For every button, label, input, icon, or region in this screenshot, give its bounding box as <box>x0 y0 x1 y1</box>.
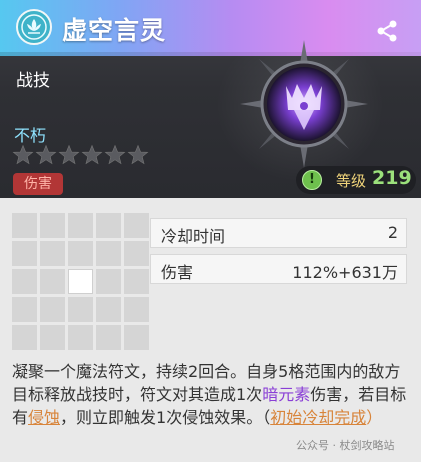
lotus-icon <box>16 9 52 45</box>
star-rating <box>12 144 149 166</box>
skill-category: 战技 <box>16 71 50 91</box>
range-cell <box>40 297 65 322</box>
void-crown-emblem <box>240 40 368 168</box>
star-icon <box>58 144 80 165</box>
stat-key: 冷却时间 <box>161 227 226 246</box>
range-cell <box>96 297 121 322</box>
range-cell <box>40 269 65 294</box>
range-cell <box>40 213 65 238</box>
desc-text: ，则立即触发1次侵蚀效果。（ <box>60 408 271 427</box>
keyword-dark-element[interactable]: 暗元素 <box>262 385 310 404</box>
range-cell-center <box>68 269 93 294</box>
range-cell <box>12 297 37 322</box>
range-cell <box>96 269 121 294</box>
skill-type-label: 不朽 <box>14 126 47 145</box>
star-icon <box>81 144 103 165</box>
level-label: 等级 <box>336 172 367 190</box>
range-cell <box>40 241 65 266</box>
range-cell <box>96 241 121 266</box>
share-icon[interactable] <box>374 18 400 44</box>
damage-tag: 伤害 <box>13 173 63 195</box>
exclamation-icon: ! <box>302 170 322 190</box>
stat-value: 112%+631万 <box>292 263 398 282</box>
range-cell <box>12 269 37 294</box>
stat-row-damage: 伤害 112%+631万 <box>150 254 407 284</box>
range-grid <box>12 213 149 350</box>
watermark: 公众号 · 杖剑攻略站 <box>296 439 395 452</box>
range-cell <box>12 325 37 350</box>
skill-card: 虚空言灵 战技 不朽 伤害 ! 等级 219 冷却时间 2 伤害 112%+63… <box>0 0 421 462</box>
range-cell <box>124 325 149 350</box>
range-cell <box>96 325 121 350</box>
star-icon <box>35 144 57 165</box>
skill-title: 虚空言灵 <box>62 16 167 45</box>
range-cell <box>68 213 93 238</box>
stat-key: 伤害 <box>161 263 194 282</box>
range-cell <box>68 241 93 266</box>
range-cell <box>124 297 149 322</box>
stat-value: 2 <box>387 223 398 242</box>
range-cell <box>68 297 93 322</box>
range-cell <box>12 241 37 266</box>
keyword-initial-cooldown[interactable]: 初始冷却完成 <box>270 408 366 427</box>
range-cell <box>12 213 37 238</box>
desc-text: ） <box>366 408 383 427</box>
stat-row-cooldown: 冷却时间 2 <box>150 218 407 248</box>
star-icon <box>104 144 126 165</box>
star-icon <box>12 144 34 165</box>
skill-description: 凝聚一个魔法符文，持续2回合。自身5格范围内的敌方目标释放战技时，符文对其造成1… <box>12 360 412 429</box>
keyword-erosion[interactable]: 侵蚀 <box>28 408 60 427</box>
skill-header: 虚空言灵 战技 不朽 伤害 ! 等级 219 <box>0 0 421 198</box>
range-cell <box>40 325 65 350</box>
range-cell <box>124 213 149 238</box>
range-cell <box>124 269 149 294</box>
range-cell <box>124 241 149 266</box>
star-icon <box>127 144 149 165</box>
range-cell <box>68 325 93 350</box>
level-badge: ! 等级 219 <box>296 166 416 194</box>
level-value: 219 <box>372 167 412 189</box>
range-cell <box>96 213 121 238</box>
